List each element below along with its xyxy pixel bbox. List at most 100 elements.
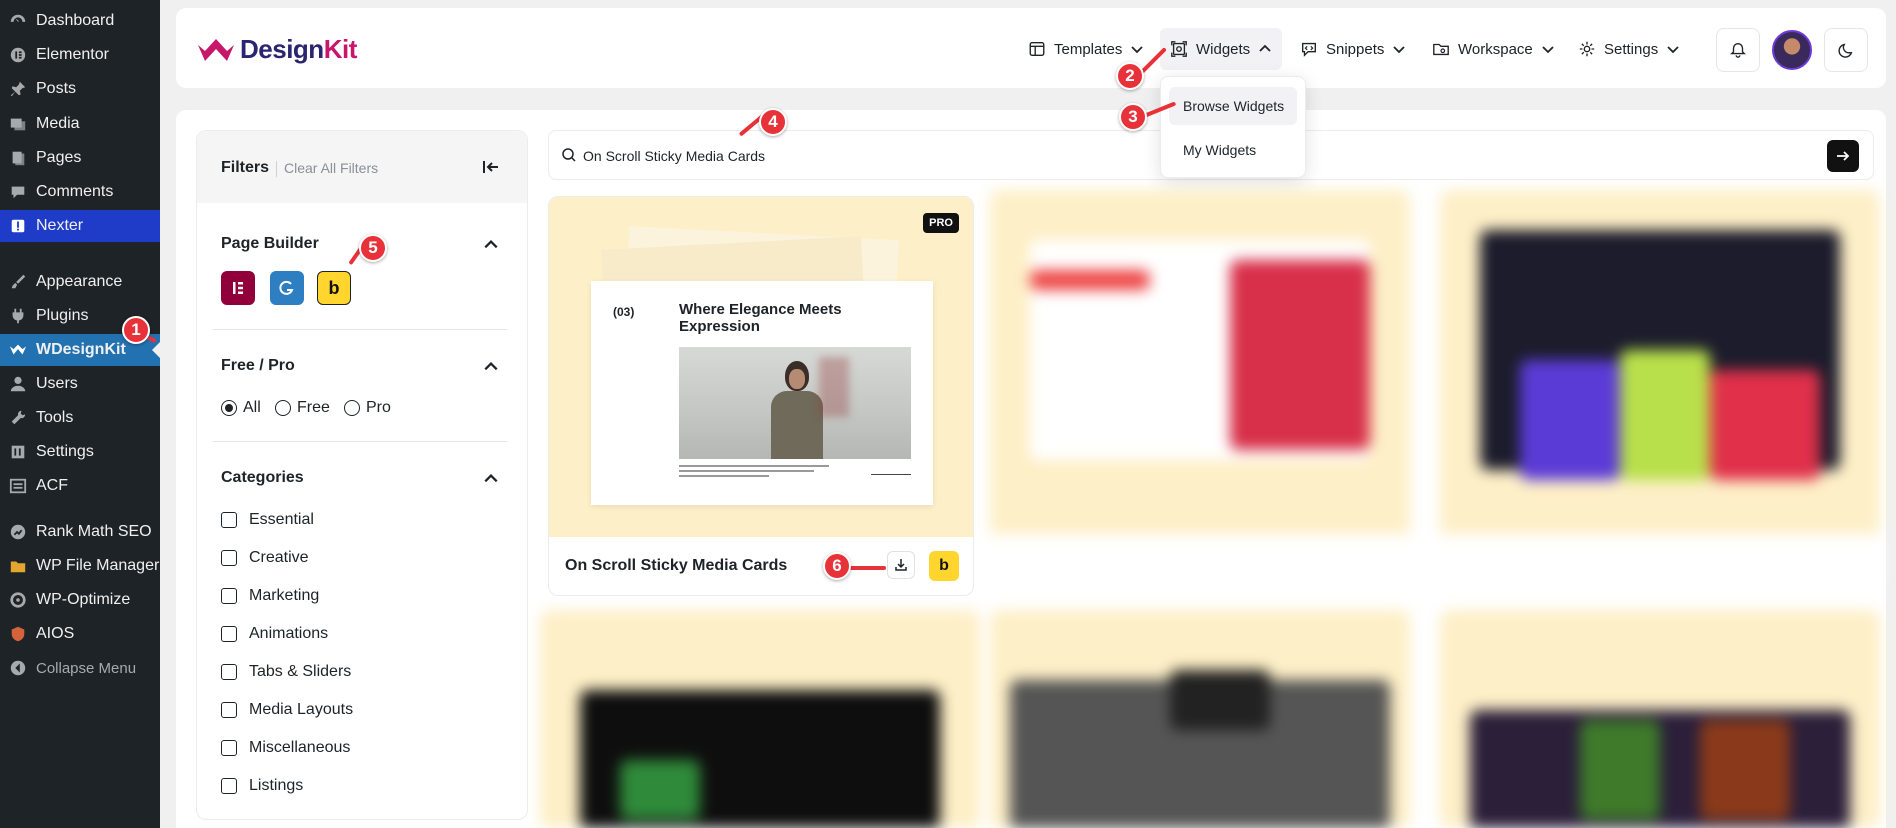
nav-widgets-label: Widgets	[1196, 40, 1251, 58]
pages-icon	[8, 148, 28, 168]
category-essential[interactable]: Essential	[221, 511, 314, 529]
radio-label: Free	[297, 399, 330, 416]
wp-menu-acf[interactable]: ACF	[0, 470, 160, 502]
user-avatar[interactable]	[1772, 30, 1812, 70]
my-widgets-item[interactable]: My Widgets	[1169, 131, 1297, 169]
builder-gutenberg-button[interactable]	[270, 271, 304, 305]
wp-menu-wp-optimize[interactable]: WP-Optimize	[0, 584, 160, 616]
wp-menu-aios[interactable]: AIOS	[0, 618, 160, 650]
wp-menu-file-manager[interactable]: WP File Manager	[0, 550, 160, 582]
nav-workspace[interactable]: Workspace	[1422, 28, 1565, 70]
step-marker-6: 6	[823, 552, 851, 580]
category-miscellaneous[interactable]: Miscellaneous	[221, 739, 350, 757]
plug-icon	[8, 306, 28, 326]
category-marketing[interactable]: Marketing	[221, 587, 319, 605]
wp-menu-nexter[interactable]: Nexter	[0, 210, 160, 242]
wp-menu-label: WDesignKit	[36, 341, 126, 358]
widget-card-blurred[interactable]	[990, 610, 1410, 828]
step-marker-2: 2	[1116, 62, 1144, 90]
free-pro-toggle[interactable]	[479, 357, 503, 377]
chevron-down-icon	[1542, 46, 1554, 54]
category-creative[interactable]: Creative	[221, 549, 309, 567]
blurred-card-footer	[990, 534, 1410, 590]
widget-card-title[interactable]: On Scroll Sticky Media Cards	[565, 557, 787, 575]
comments-icon	[8, 182, 28, 202]
notifications-button[interactable]	[1716, 28, 1760, 72]
nav-snippets[interactable]: Snippets	[1290, 28, 1416, 70]
dark-mode-toggle[interactable]	[1824, 28, 1868, 72]
builder-bricks-button[interactable]: b	[317, 271, 351, 305]
categories-toggle[interactable]	[479, 469, 503, 489]
builder-elementor-button[interactable]	[221, 271, 255, 305]
collapse-filters-button[interactable]	[479, 155, 503, 179]
chevron-up-icon	[484, 473, 498, 483]
wp-menu-pages[interactable]: Pages	[0, 142, 160, 174]
radio-pro[interactable]: Pro	[344, 399, 391, 417]
blurred-preview	[1030, 270, 1150, 290]
wp-menu-label: AIOS	[36, 625, 75, 642]
radio-circle	[275, 400, 291, 416]
checkbox[interactable]	[221, 778, 237, 794]
browse-widgets-item[interactable]: Browse Widgets	[1169, 87, 1297, 125]
category-listings[interactable]: Listings	[221, 777, 303, 795]
wp-menu-comments[interactable]: Comments	[0, 176, 160, 208]
nav-settings[interactable]: Settings	[1568, 28, 1690, 70]
wp-menu-posts[interactable]: Posts	[0, 73, 160, 105]
wp-menu-media[interactable]: Media	[0, 108, 160, 140]
marker-pointer	[848, 566, 886, 570]
wp-menu-label: Plugins	[36, 307, 89, 324]
wp-menu-dashboard[interactable]: Dashboard	[0, 5, 160, 37]
blurred-preview	[1710, 370, 1820, 480]
wp-menu-tools[interactable]: Tools	[0, 402, 160, 434]
wp-menu-users[interactable]: Users	[0, 368, 160, 400]
nav-widgets[interactable]: Widgets	[1160, 28, 1283, 70]
download-button[interactable]	[887, 551, 915, 579]
wp-menu-appearance[interactable]: Appearance	[0, 266, 160, 298]
marker-number: 3	[1128, 107, 1138, 126]
page-builder-toggle[interactable]	[479, 235, 503, 255]
wp-menu-settings[interactable]: Settings	[0, 436, 160, 468]
marker-number: 5	[368, 238, 378, 257]
wp-menu-label: Collapse Menu	[36, 659, 137, 677]
clear-filters-link[interactable]: Clear All Filters	[284, 160, 378, 176]
category-media-layouts[interactable]: Media Layouts	[221, 701, 353, 719]
widgets-icon	[1171, 41, 1187, 57]
search-submit-button[interactable]	[1827, 140, 1859, 172]
chevron-up-icon	[1259, 44, 1271, 52]
chevron-down-icon	[1667, 46, 1679, 54]
widget-card-blurred[interactable]	[990, 190, 1410, 590]
designkit-logo[interactable]: DesignKit	[198, 34, 357, 65]
category-animations[interactable]: Animations	[221, 625, 328, 643]
blurred-preview	[1470, 710, 1850, 828]
wp-menu-label: Elementor	[36, 46, 109, 63]
checkbox[interactable]	[221, 740, 237, 756]
step-marker-5: 5	[359, 234, 387, 262]
widget-card-blurred[interactable]	[1440, 190, 1880, 590]
section-divider	[213, 329, 507, 330]
marker-number: 1	[131, 320, 141, 339]
widget-card-blurred[interactable]	[540, 610, 980, 828]
widget-preview: PRO (03) Where Elegance Meets Expression	[549, 197, 973, 537]
checkbox[interactable]	[221, 702, 237, 718]
users-icon	[8, 374, 28, 394]
checkbox[interactable]	[221, 664, 237, 680]
checkbox[interactable]	[221, 550, 237, 566]
wp-menu-collapse[interactable]: Collapse Menu	[0, 652, 160, 684]
blurred-preview	[1230, 260, 1370, 450]
checkbox[interactable]	[221, 512, 237, 528]
wp-menu-elementor[interactable]: Elementor	[0, 39, 160, 71]
checkbox[interactable]	[221, 588, 237, 604]
wp-menu-rank-math[interactable]: Rank Math SEO	[0, 516, 160, 548]
nexter-icon	[8, 216, 28, 236]
workspace-icon	[1433, 43, 1449, 56]
category-tabs-sliders[interactable]: Tabs & Sliders	[221, 663, 351, 681]
checkbox[interactable]	[221, 626, 237, 642]
radio-all[interactable]: All	[221, 399, 261, 417]
radio-free[interactable]: Free	[275, 399, 330, 417]
gutenberg-icon	[279, 280, 294, 295]
widget-card-blurred[interactable]	[1440, 610, 1880, 828]
acf-icon	[8, 476, 28, 496]
step-marker-4: 4	[759, 108, 787, 136]
widget-card[interactable]: PRO (03) Where Elegance Meets Expression…	[548, 196, 974, 596]
marker-number: 4	[768, 112, 778, 131]
